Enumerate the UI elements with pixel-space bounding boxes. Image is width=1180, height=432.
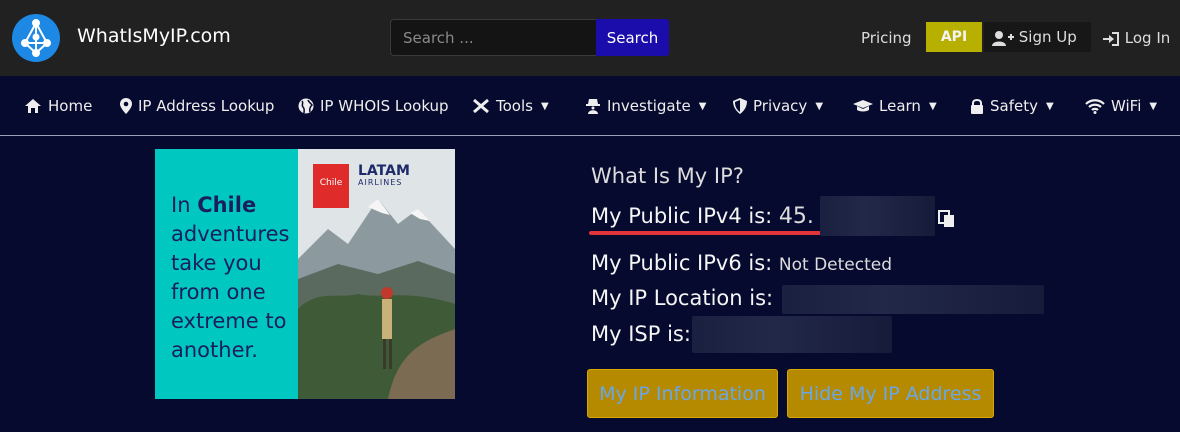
- tools-icon: [473, 98, 489, 114]
- redacted-ipv4: [820, 196, 935, 236]
- login-label: Log In: [1124, 29, 1171, 47]
- nav-label: Safety: [990, 97, 1038, 115]
- redacted-location: [782, 285, 1044, 314]
- ipv4-row: My Public IPv4 is: 45.: [591, 204, 814, 229]
- search-button[interactable]: Search: [596, 19, 669, 56]
- advertisement-banner[interactable]: In Chile adventures take you from one ex…: [155, 149, 455, 399]
- signup-button[interactable]: Sign Up: [984, 22, 1091, 52]
- chevron-down-icon: ▼: [1045, 100, 1054, 112]
- nav-label: Tools: [496, 97, 533, 115]
- nav-item-home[interactable]: Home: [24, 97, 92, 115]
- wifi-icon: [1085, 99, 1105, 114]
- nav-item-privacy[interactable]: Privacy ▼: [733, 97, 823, 115]
- hide-my-ip-button[interactable]: Hide My IP Address: [787, 369, 994, 418]
- spy-icon: [586, 99, 600, 114]
- ipv6-row: My Public IPv6 is: Not Detected: [591, 251, 892, 275]
- chile-logo: Chile: [313, 164, 349, 208]
- ad-text-panel: In Chile adventures take you from one ex…: [155, 149, 298, 399]
- sign-in-icon: [1103, 31, 1119, 46]
- ad-text-bold: Chile: [197, 193, 257, 217]
- lock-icon: [971, 99, 983, 114]
- ipv6-label: My Public IPv6 is:: [591, 251, 773, 275]
- signup-label: Sign Up: [1018, 28, 1077, 46]
- ipv4-label: My Public IPv4 is:: [591, 204, 773, 228]
- chevron-down-icon: ▼: [1149, 100, 1158, 112]
- top-bar: WhatIsMyIP.com Search Pricing API Sign U…: [0, 0, 1180, 76]
- nav-item-safety[interactable]: Safety ▼: [970, 97, 1054, 115]
- ad-headline: In Chile adventures take you from one ex…: [171, 191, 296, 365]
- chevron-down-icon: ▼: [540, 100, 549, 112]
- ipv6-value: Not Detected: [778, 255, 893, 275]
- nav-item-investigate[interactable]: Investigate ▼: [585, 97, 706, 115]
- chevron-down-icon: ▼: [928, 100, 937, 112]
- ipv4-value: 45.: [778, 204, 814, 229]
- nav-label: Learn: [879, 97, 921, 115]
- redacted-isp: [692, 316, 892, 353]
- my-ip-information-button[interactable]: My IP Information: [587, 369, 778, 418]
- chevron-down-icon: ▼: [698, 100, 707, 112]
- nav-label: Home: [48, 97, 93, 115]
- location-row: My IP Location is:: [591, 286, 773, 310]
- main-nav: Home IP Address Lookup IP WHOIS Lookup T…: [0, 76, 1180, 136]
- nav-item-ip-address-lookup[interactable]: IP Address Lookup: [120, 97, 274, 115]
- home-icon: [25, 99, 41, 113]
- shield-icon: [733, 98, 747, 114]
- globe-icon: [298, 98, 314, 114]
- ad-text-rest: adventures take you from one extreme to …: [171, 222, 290, 362]
- chevron-down-icon: ▼: [815, 100, 824, 112]
- latam-logo: LATAM AIRLINES: [358, 164, 410, 189]
- api-button[interactable]: API: [926, 22, 982, 52]
- graduation-cap-icon: [853, 100, 873, 112]
- location-label: My IP Location is:: [591, 286, 774, 310]
- nav-item-ip-whois-lookup[interactable]: IP WHOIS Lookup: [298, 97, 449, 115]
- ad-photo: Chile LATAM AIRLINES: [298, 149, 455, 399]
- map-pin-icon: [120, 98, 132, 114]
- search-input[interactable]: [390, 19, 597, 56]
- brand-name[interactable]: WhatIsMyIP.com: [77, 25, 231, 47]
- nav-label: IP Address Lookup: [138, 97, 275, 115]
- nav-item-wifi[interactable]: WiFi ▼: [1085, 97, 1157, 115]
- user-plus-icon: [992, 30, 1014, 46]
- isp-row: My ISP is:: [591, 322, 691, 346]
- login-link[interactable]: Log In: [1102, 29, 1170, 47]
- logo-icon[interactable]: [11, 13, 61, 63]
- nav-label: Investigate: [607, 97, 691, 115]
- pricing-link[interactable]: Pricing: [861, 29, 912, 47]
- isp-label: My ISP is:: [591, 322, 691, 346]
- nav-label: Privacy: [753, 97, 808, 115]
- copy-icon[interactable]: [938, 210, 956, 228]
- nav-item-learn[interactable]: Learn ▼: [853, 97, 937, 115]
- nav-label: IP WHOIS Lookup: [320, 97, 449, 115]
- airline-sub: AIRLINES: [358, 178, 403, 187]
- page-title: What Is My IP?: [591, 164, 744, 188]
- ipv4-underline: [589, 231, 821, 235]
- nav-item-tools[interactable]: Tools ▼: [472, 97, 549, 115]
- ad-text-prefix: In: [171, 193, 198, 217]
- nav-label: WiFi: [1111, 97, 1142, 115]
